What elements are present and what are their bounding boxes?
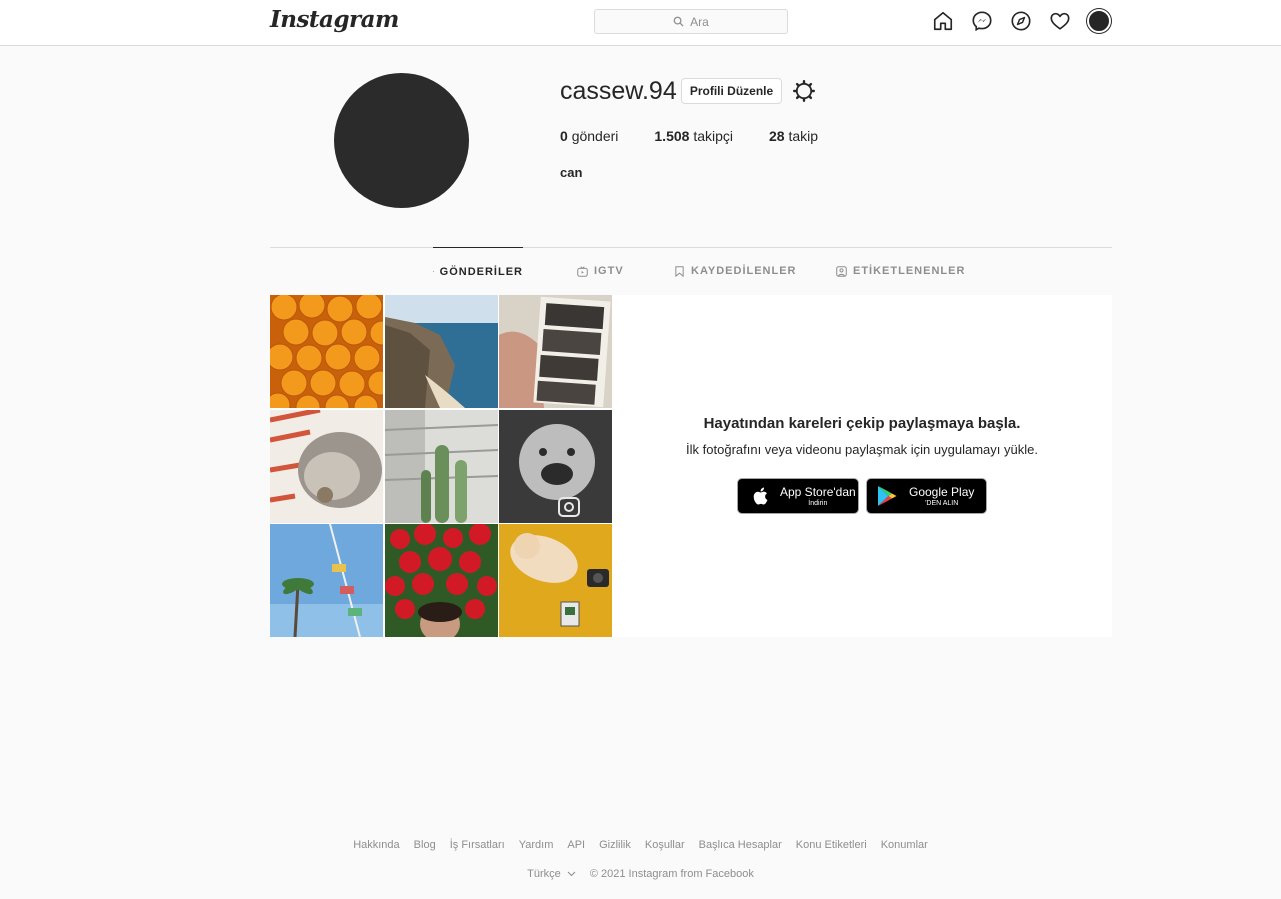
tab-igtv[interactable]: IGTV: [577, 247, 624, 295]
profile-username: cassew.94: [560, 77, 677, 105]
tagged-icon: [836, 265, 847, 277]
avatar: [1087, 9, 1111, 33]
bookmark-icon: [675, 265, 684, 277]
footer-link[interactable]: Konu Etiketleri: [796, 839, 867, 851]
sample-photo: [270, 409, 383, 523]
footer-link[interactable]: Koşullar: [645, 839, 685, 851]
google-play-icon: [878, 486, 897, 506]
footer-link[interactable]: Gizlilik: [599, 839, 631, 851]
search-placeholder: Ara: [690, 14, 709, 29]
grid-icon: [433, 271, 434, 272]
app-store-button[interactable]: App Store'dan İndirin: [737, 478, 859, 514]
sample-photo: [384, 295, 498, 408]
sample-photo: [270, 524, 383, 637]
posts-count: 0 gönderi: [560, 128, 619, 144]
sample-photo: [499, 409, 612, 523]
profile-stats: 0 gönderi 1.508 takipçi 28 takip: [560, 128, 854, 144]
edit-profile-button[interactable]: Profili Düzenle: [681, 78, 782, 104]
footer-link[interactable]: Yardım: [519, 839, 554, 851]
profile-avatar[interactable]: [1087, 9, 1111, 33]
footer-bottom: Türkçe © 2021 Instagram from Facebook: [0, 868, 1281, 880]
search-input[interactable]: Ara: [594, 9, 788, 34]
following-count[interactable]: 28 takip: [769, 128, 818, 144]
footer-link[interactable]: API: [567, 839, 585, 851]
top-navigation-bar: Instagram Ara: [0, 0, 1281, 46]
get-app-promo: Hayatından kareleri çekip paylaşmaya baş…: [612, 295, 1112, 637]
sample-photo: [384, 524, 498, 637]
language-select[interactable]: Türkçe: [527, 868, 576, 880]
messenger-icon[interactable]: [970, 9, 994, 33]
copyright-text: © 2021 Instagram from Facebook: [589, 868, 754, 880]
footer-link[interactable]: Konumlar: [881, 839, 928, 851]
sample-photo: [499, 524, 612, 637]
empty-state-panel: Hayatından kareleri çekip paylaşmaya baş…: [270, 295, 1112, 637]
followers-count[interactable]: 1.508 takipçi: [654, 128, 733, 144]
chevron-down-icon: [567, 871, 576, 877]
home-icon[interactable]: [931, 9, 955, 33]
instagram-logo[interactable]: Instagram: [270, 6, 399, 33]
google-play-button[interactable]: Google Play 'DEN ALIN: [866, 478, 987, 514]
tab-posts[interactable]: GÖNDERİLER: [433, 247, 523, 295]
footer-links: Hakkında Blog İş Fırsatları Yardım API G…: [0, 839, 1281, 851]
settings-gear-icon[interactable]: [792, 79, 816, 103]
sample-photo: [499, 295, 612, 408]
footer-link[interactable]: Blog: [414, 839, 436, 851]
footer-link[interactable]: Başlıca Hesaplar: [699, 839, 782, 851]
search-icon: [673, 16, 684, 27]
profile-full-name: can: [560, 165, 583, 180]
sample-photo-mosaic: [270, 295, 612, 637]
sample-photo: [270, 295, 383, 408]
promo-subtitle: İlk fotoğrafını veya videonu paylaşmak i…: [686, 442, 1038, 457]
sample-photo: [384, 409, 498, 523]
footer-link[interactable]: Hakkında: [353, 839, 399, 851]
footer-link[interactable]: İş Fırsatları: [450, 839, 505, 851]
promo-title: Hayatından kareleri çekip paylaşmaya baş…: [703, 415, 1021, 432]
profile-picture[interactable]: [334, 73, 469, 208]
tab-saved[interactable]: KAYDEDİLENLER: [674, 247, 797, 295]
profile-tabs: GÖNDERİLER IGTV KAYDEDİLENLER ETİKETLENE…: [0, 247, 1281, 295]
apple-icon: [753, 487, 768, 505]
explore-icon[interactable]: [1009, 9, 1033, 33]
igtv-icon: [577, 265, 588, 277]
tab-tagged[interactable]: ETİKETLENENLER: [836, 247, 965, 295]
activity-heart-icon[interactable]: [1048, 9, 1072, 33]
